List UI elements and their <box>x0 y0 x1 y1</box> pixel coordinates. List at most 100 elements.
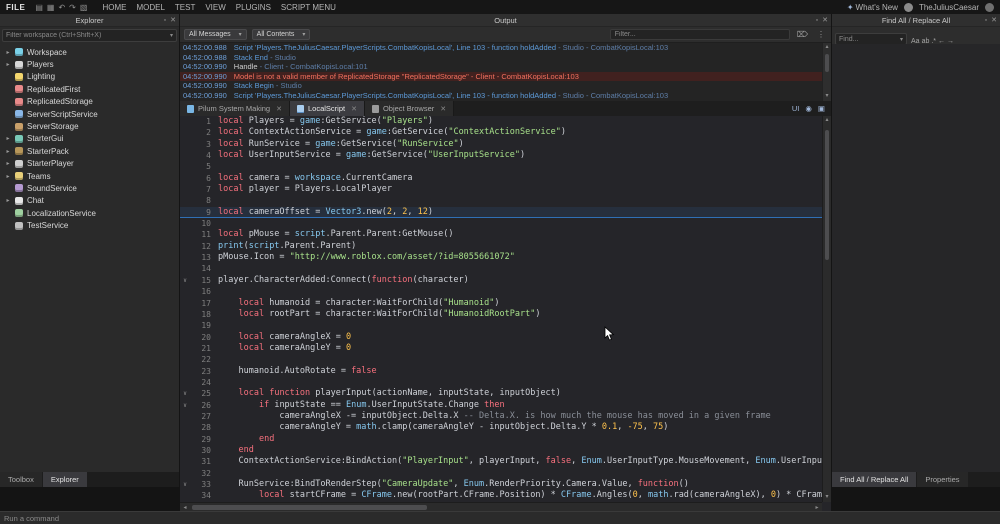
code-line[interactable]: ∨ 26 if inputState == Enum.UserInputState… <box>180 400 822 411</box>
tree-item-replicatedstorage[interactable]: ReplicatedStorage <box>0 96 179 108</box>
code-line[interactable]: 30 end <box>180 445 822 456</box>
close-icon[interactable]: ✕ <box>170 16 176 24</box>
file-menu-button[interactable]: FILE <box>6 3 29 12</box>
code-line[interactable]: 28 cameraAngleY = math.clamp(cameraAngle… <box>180 422 822 433</box>
code-line[interactable]: 34 local startCFrame = CFrame.new(rootPa… <box>180 490 822 501</box>
code-line[interactable]: 20 local cameraAngleX = 0 <box>180 332 822 343</box>
username[interactable]: TheJuliusCaesar <box>919 3 979 12</box>
editor-tab-object-browser[interactable]: Object Browser ✕ <box>364 101 455 116</box>
close-tab-icon[interactable]: ✕ <box>440 105 446 113</box>
user-icon[interactable] <box>985 2 994 12</box>
editor-tab-pilum-system-making[interactable]: Pilum System Making ✕ <box>180 101 290 116</box>
dock-tab-properties[interactable]: Properties <box>917 472 968 487</box>
expand-arrow-icon[interactable]: ▸ <box>5 160 11 167</box>
tree-item-chat[interactable]: ▸ Chat <box>0 195 179 207</box>
tree-item-teams[interactable]: ▸ Teams <box>0 170 179 182</box>
code-line[interactable]: 19 <box>180 320 822 331</box>
messages-filter-dropdown[interactable]: All Messages ▾ <box>184 29 247 40</box>
tree-item-workspace[interactable]: ▸ Workspace <box>0 46 179 58</box>
code-line[interactable]: ∨ 15 player.CharacterAdded:Connect(functio… <box>180 275 822 286</box>
code-line[interactable]: 24 <box>180 377 822 388</box>
code-line[interactable]: 1 local Players = game:GetService("Player… <box>180 116 822 127</box>
redo-icon[interactable]: ↷ <box>69 3 76 12</box>
code-line[interactable]: 13 pMouse.Icon = "http://www.roblox.com/a… <box>180 252 822 263</box>
code-line[interactable]: 21 local cameraAngleY = 0 <box>180 343 822 354</box>
pin-icon[interactable]: ▫ <box>164 17 166 24</box>
code-line[interactable]: 14 <box>180 263 822 274</box>
code-line[interactable]: 29 end <box>180 434 822 445</box>
scroll-right-icon[interactable]: ▸ <box>812 504 822 511</box>
command-bar-input[interactable] <box>0 513 1000 523</box>
code-line[interactable]: 3 local RunService = game:GetService("Run… <box>180 139 822 150</box>
whats-new-button[interactable]: ✦ What's New <box>847 3 898 12</box>
code-area[interactable]: 1 local Players = game:GetService("Player… <box>180 116 822 502</box>
close-tab-icon[interactable]: ✕ <box>351 105 357 113</box>
avatar[interactable] <box>903 2 913 12</box>
menu-tab-home[interactable]: HOME <box>97 3 131 12</box>
code-line[interactable]: 23 humanoid.AutoRotate = false <box>180 366 822 377</box>
output-filter-input[interactable] <box>609 29 790 40</box>
menu-tab-model[interactable]: MODEL <box>131 3 169 12</box>
code-line[interactable]: 16 <box>180 286 822 297</box>
code-line[interactable]: 7 local player = Players.LocalPlayer <box>180 184 822 195</box>
close-tab-icon[interactable]: ✕ <box>276 105 282 113</box>
contents-filter-dropdown[interactable]: All Contents ▾ <box>251 29 311 40</box>
code-line[interactable]: 9 local cameraOffset = Vector3.new(2, 2, … <box>180 206 822 219</box>
fold-arrow-icon[interactable]: ∨ <box>180 479 190 490</box>
output-row[interactable]: 04:52:00.990 Handle - Client - CombatKopi… <box>180 62 822 72</box>
output-row[interactable]: 04:52:00.988 Script 'Players.TheJuliusCae… <box>180 43 822 53</box>
filter-options-icon[interactable]: ▾ <box>170 32 173 39</box>
explorer-filter-input[interactable] <box>6 32 170 39</box>
tree-item-players[interactable]: ▸ Players <box>0 58 179 70</box>
output-row[interactable]: 04:52:00.990 Model is not a valid member … <box>180 71 822 82</box>
code-line[interactable]: 18 local rootPart = character:WaitForChi… <box>180 309 822 320</box>
expand-arrow-icon[interactable]: ▸ <box>5 148 11 155</box>
code-line[interactable]: 4 local UserInputService = game:GetServic… <box>180 150 822 161</box>
output-row[interactable]: 04:52:00.990 Script 'Players.TheJuliusCae… <box>180 91 822 101</box>
tree-item-testservice[interactable]: TestService <box>0 219 179 231</box>
tree-item-localizationservice[interactable]: LocalizationService <box>0 207 179 219</box>
open-icon[interactable]: ▦ <box>47 3 55 12</box>
code-line[interactable]: 10 <box>180 218 822 229</box>
menu-tab-plugins[interactable]: PLUGINS <box>231 3 276 12</box>
fold-arrow-icon[interactable]: ∨ <box>180 275 190 286</box>
dock-tab-find-all-replace-all[interactable]: Find All / Replace All <box>832 472 917 487</box>
tree-item-replicatedfirst[interactable]: ReplicatedFirst <box>0 83 179 95</box>
editor-tab-localscript[interactable]: LocalScript ✕ <box>289 101 365 116</box>
tree-item-soundservice[interactable]: SoundService <box>0 182 179 194</box>
dock-tab-toolbox[interactable]: Toolbox <box>0 472 42 487</box>
code-line[interactable]: ∨ 33 RunService:BindToRenderStep("CameraU… <box>180 479 822 490</box>
dock-tab-explorer[interactable]: Explorer <box>42 472 87 487</box>
code-line[interactable]: 12 print(script.Parent.Parent) <box>180 241 822 252</box>
fold-arrow-icon[interactable]: ∨ <box>180 388 190 399</box>
code-line[interactable]: 5 <box>180 161 822 172</box>
code-line[interactable]: 31 ContextActionService:BindAction("Play… <box>180 456 822 467</box>
save-icon[interactable]: ▤ <box>35 3 43 12</box>
tree-item-startergui[interactable]: ▸ StarterGui <box>0 133 179 145</box>
code-line[interactable]: 2 local ContextActionService = game:GetSe… <box>180 127 822 138</box>
ui-visibility-toggle[interactable]: UI <box>792 104 800 113</box>
tree-item-serverscriptservice[interactable]: ServerScriptService <box>0 108 179 120</box>
tree-item-serverstorage[interactable]: ServerStorage <box>0 120 179 132</box>
menu-tab-view[interactable]: VIEW <box>200 3 230 12</box>
code-line[interactable]: 32 <box>180 468 822 479</box>
dock-options-icon[interactable]: ▣ <box>818 104 825 113</box>
editor-vertical-scrollbar[interactable]: ▴ ▾ <box>822 116 831 502</box>
code-line[interactable]: 8 <box>180 195 822 206</box>
code-line[interactable]: ∨ 25 local function playerInput(actionNam… <box>180 388 822 399</box>
scroll-left-icon[interactable]: ◂ <box>180 504 190 511</box>
expand-arrow-icon[interactable]: ▸ <box>5 173 11 180</box>
clear-output-icon[interactable]: ⌦ <box>795 30 810 39</box>
expand-arrow-icon[interactable]: ▸ <box>5 197 11 204</box>
code-line[interactable]: 22 <box>180 354 822 365</box>
close-icon[interactable]: ✕ <box>991 16 997 24</box>
scrollbar-thumb[interactable] <box>192 505 427 510</box>
output-row[interactable]: 04:52:00.988 Stack End - Studio <box>180 53 822 63</box>
tree-item-starterpack[interactable]: ▸ StarterPack <box>0 145 179 157</box>
menu-tab-script-menu[interactable]: SCRIPT MENU <box>276 3 341 12</box>
code-line[interactable]: 27 cameraAngleX -= inputObject.Delta.X -… <box>180 411 822 422</box>
scrollbar-thumb[interactable] <box>825 130 829 260</box>
pin-icon[interactable]: ▫ <box>816 17 818 24</box>
expand-arrow-icon[interactable]: ▸ <box>5 135 11 142</box>
code-line[interactable]: 6 local camera = workspace.CurrentCamera <box>180 173 822 184</box>
